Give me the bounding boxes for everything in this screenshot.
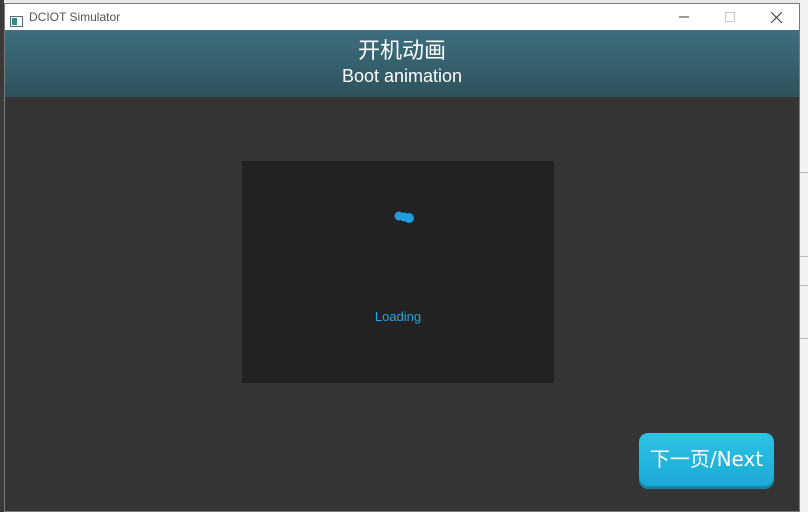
maximize-button[interactable]: [707, 4, 753, 30]
window-title: DCIOT Simulator: [29, 10, 121, 24]
page-title: 开机动画: [357, 39, 446, 64]
title-bar[interactable]: DCIOT Simulator: [5, 4, 799, 30]
maximize-icon: [725, 12, 735, 22]
minimize-button[interactable]: [661, 4, 707, 30]
next-page-button[interactable]: 下一页/Next: [639, 433, 774, 486]
device-display: Loading: [242, 161, 554, 383]
minimize-icon: [679, 16, 689, 18]
page-header: 开机动画 Boot animation: [5, 30, 799, 97]
loading-text: Loading: [374, 309, 422, 324]
simulator-window: DCIOT Simulator 开机动画 Boot animation Load…: [4, 3, 800, 512]
close-icon: [770, 11, 782, 23]
spinner-icon: [394, 211, 414, 223]
app-icon: [10, 12, 23, 27]
background-desktop-right: [800, 0, 808, 512]
close-button[interactable]: [753, 4, 799, 30]
window-controls: [661, 4, 799, 30]
page-subtitle: Boot animation: [341, 66, 463, 86]
